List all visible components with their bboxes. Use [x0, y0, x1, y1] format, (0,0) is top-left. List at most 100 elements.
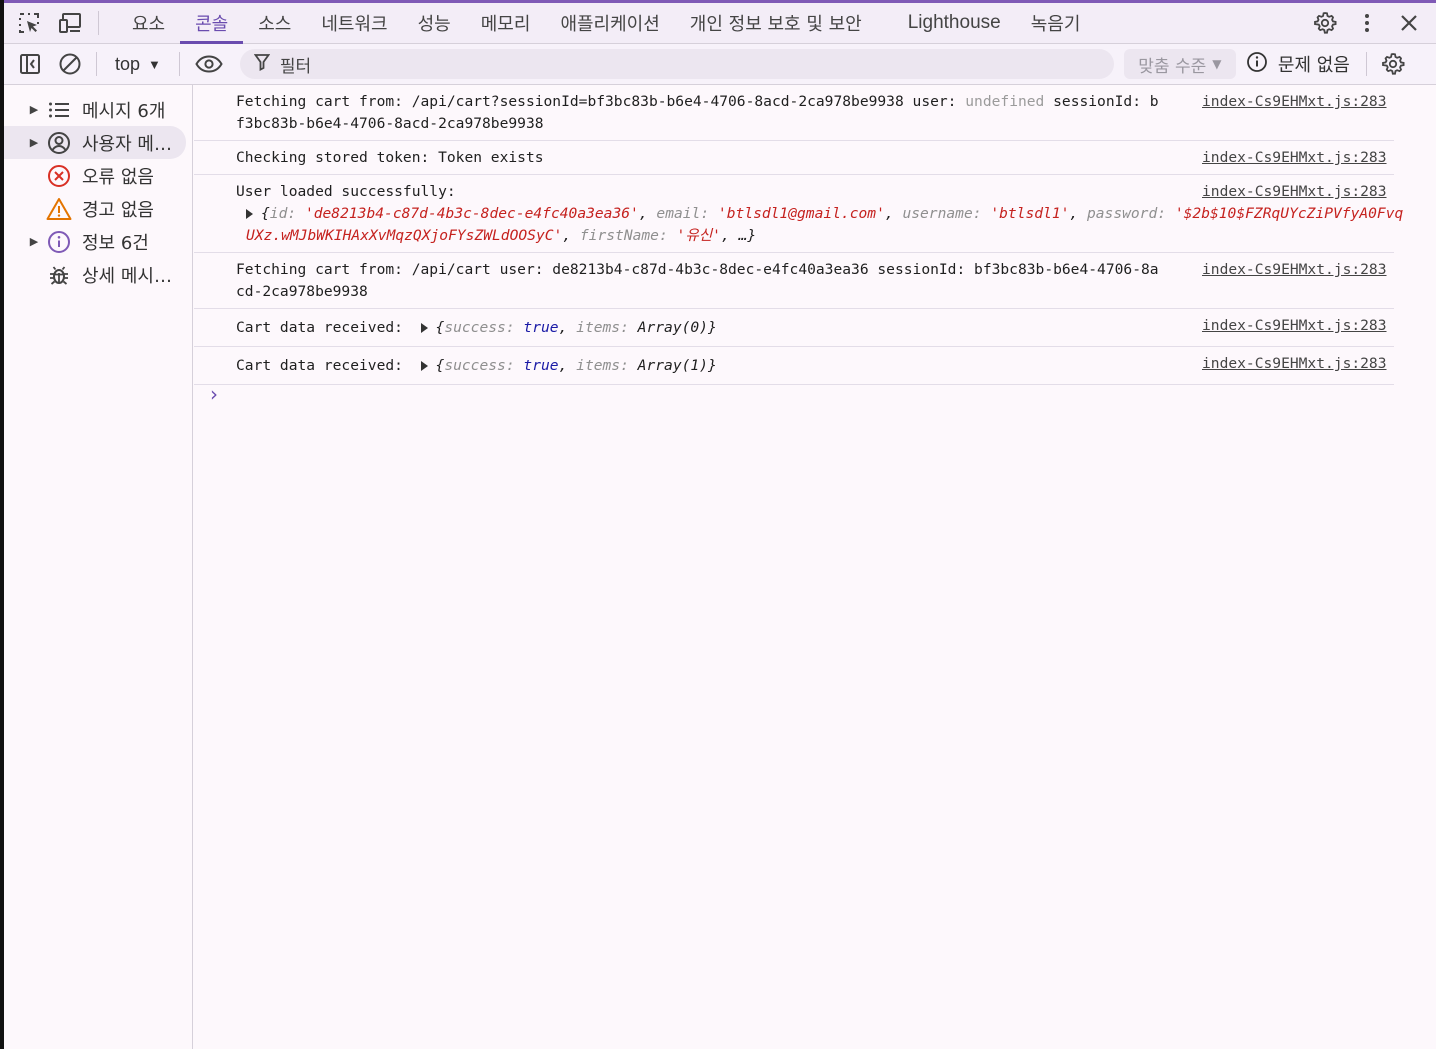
object-key: items: [576, 357, 621, 374]
sidebar-item-label: 오류 없음: [82, 166, 154, 188]
console-prompt[interactable]: ›: [210, 382, 218, 406]
context-selector[interactable]: top ▼: [103, 54, 173, 75]
object-preview[interactable]: {success: true, items: Array(1)}: [420, 357, 717, 374]
tab-privacy-security[interactable]: 개인 정보 보호 및 보안: [675, 3, 877, 43]
sidebar-item-user-messages[interactable]: ▶ 사용자 메시지 6개: [4, 126, 186, 159]
dropdown-arrow-icon: ▼: [1212, 57, 1222, 71]
context-label: top: [115, 53, 141, 74]
sidebar-item-info[interactable]: ▶ 정보 6건: [4, 225, 186, 258]
source-link[interactable]: index-Cs9EHMxt.js:283: [1202, 147, 1387, 169]
sidebar-toggle-icon[interactable]: [10, 44, 50, 84]
object-key: username: [902, 205, 973, 222]
sidebar-item-label: 상세 메시지 없음: [82, 265, 178, 287]
object-preview[interactable]: {id: 'de8213b4-c87d-4b3c-8dec-e4fc40a3ea…: [236, 203, 1406, 247]
object-value: 'de8213b4-c87d-4b3c-8dec-e4fc40a3ea36': [304, 205, 639, 222]
console-message-text: Cart data received: {success: true, item…: [236, 317, 1161, 339]
source-link[interactable]: index-Cs9EHMxt.js:283: [1202, 181, 1387, 203]
console-settings-icon[interactable]: [1373, 44, 1413, 84]
expand-arrow-icon[interactable]: ▶: [24, 103, 44, 116]
tabbar-actions: [1304, 3, 1436, 43]
console-sidebar: ▶ 메시지 6개 ▶ 사용자 메시지 6개 ▶ 오류 없음 ▶ 경고 없음 ▶ …: [4, 85, 193, 1049]
object-more: …: [738, 227, 748, 244]
sidebar-item-errors[interactable]: ▶ 오류 없음: [4, 159, 186, 192]
tab-lighthouse[interactable]: Lighthouse: [893, 3, 1016, 43]
sidebar-item-warnings[interactable]: ▶ 경고 없음: [4, 192, 186, 225]
expand-arrow-icon[interactable]: ▶: [24, 235, 44, 248]
object-value: 'btlsdl1': [990, 205, 1070, 222]
sidebar-item-messages[interactable]: ▶ 메시지 6개: [4, 93, 186, 126]
console-message-text: Checking stored token: Token exists: [236, 149, 544, 166]
tabbar-divider: [98, 11, 99, 35]
object-key: firstName: [579, 227, 659, 244]
log-levels-label: 맞춤 수준: [1138, 56, 1207, 77]
list-icon: [46, 97, 72, 123]
object-value: true: [523, 357, 559, 374]
issues-counter[interactable]: 문제 없음: [1236, 51, 1360, 78]
console-message: Cart data received: {success: true, item…: [194, 309, 1394, 347]
object-key: password: [1086, 205, 1158, 222]
sidebar-item-label: 경고 없음: [82, 199, 154, 221]
object-key: success: [444, 319, 506, 336]
sidebar-item-label: 메시지 6개: [82, 100, 166, 122]
user-icon: [46, 130, 72, 156]
filter-input[interactable]: 필터: [239, 49, 1114, 79]
inspect-element-icon[interactable]: [8, 3, 50, 43]
sidebar-item-label: 정보 6건: [82, 232, 149, 254]
sidebar-item-verbose[interactable]: ▶ 상세 메시지 없음: [4, 258, 186, 291]
object-key: items: [576, 319, 621, 336]
filter-icon: [253, 53, 271, 76]
sidebar-item-label: 사용자 메시지 6개: [82, 133, 178, 155]
expand-arrow-icon[interactable]: ▶: [24, 136, 44, 149]
object-key: id: [269, 205, 288, 222]
object-value: true: [523, 319, 559, 336]
object-value: Array(0): [637, 319, 708, 336]
source-link[interactable]: index-Cs9EHMxt.js:283: [1202, 259, 1387, 281]
console-toolbar: top ▼ 필터 맞춤 수준 ▼ 문제 없음: [4, 44, 1436, 85]
console-message: Fetching cart from: /api/cart?sessionId=…: [194, 85, 1394, 141]
tab-sources[interactable]: 소스: [243, 3, 306, 43]
tab-elements[interactable]: 요소: [117, 3, 180, 43]
undefined-value: undefined: [965, 93, 1045, 110]
message-text: Cart data received:: [236, 357, 412, 374]
more-vert-icon[interactable]: [1346, 3, 1388, 43]
tab-recorder[interactable]: 녹음기: [1016, 3, 1096, 43]
warning-icon: [46, 196, 72, 222]
message-text: Cart data received:: [236, 319, 412, 336]
toolbar-divider: [96, 52, 97, 76]
source-link[interactable]: index-Cs9EHMxt.js:283: [1202, 353, 1387, 375]
object-value: '유신': [676, 227, 721, 244]
message-text: Fetching cart from: /api/cart?sessionId=…: [236, 93, 966, 110]
bug-icon: [46, 262, 72, 288]
tab-console[interactable]: 콘솔: [180, 3, 244, 44]
toolbar-divider: [1365, 52, 1367, 76]
expand-triangle-icon[interactable]: [246, 209, 253, 219]
tab-application[interactable]: 애플리케이션: [545, 3, 674, 43]
tab-memory[interactable]: 메모리: [466, 3, 546, 43]
expand-triangle-icon[interactable]: [420, 361, 428, 371]
tab-performance[interactable]: 성능: [403, 3, 466, 43]
devtools-tabbar: 요소 콘솔 소스 네트워크 성능 메모리 애플리케이션 개인 정보 보호 및 보…: [4, 3, 1436, 44]
object-preview[interactable]: {success: true, items: Array(0)}: [420, 319, 717, 336]
error-icon: [46, 163, 72, 189]
object-value: Array(1): [637, 357, 708, 374]
toolbar-divider: [178, 52, 180, 76]
issues-label: 문제 없음: [1277, 55, 1350, 76]
console-message: Cart data received: {success: true, item…: [194, 347, 1394, 385]
settings-gear-icon[interactable]: [1304, 3, 1346, 43]
expand-triangle-icon[interactable]: [420, 323, 428, 333]
log-levels-dropdown[interactable]: 맞춤 수준 ▼: [1123, 49, 1236, 79]
source-link[interactable]: index-Cs9EHMxt.js:283: [1202, 91, 1387, 113]
close-icon[interactable]: [1388, 3, 1430, 43]
console-message-text: Fetching cart from: /api/cart user: de82…: [236, 261, 1159, 300]
source-link[interactable]: index-Cs9EHMxt.js:283: [1202, 315, 1387, 337]
console-message-text: Fetching cart from: /api/cart?sessionId=…: [236, 91, 1161, 135]
console-message: User loaded successfully: {id: 'de8213b4…: [194, 175, 1403, 253]
live-expression-eye-icon[interactable]: [186, 44, 232, 84]
console-message: Checking stored token: Token exists inde…: [194, 141, 1394, 175]
object-key: email: [656, 205, 701, 222]
tab-network[interactable]: 네트워크: [306, 3, 402, 43]
dropdown-arrow-icon: ▼: [148, 56, 161, 72]
console-message-text: Cart data received: {success: true, item…: [236, 355, 1161, 377]
device-toggle-icon[interactable]: [50, 3, 92, 43]
clear-console-icon[interactable]: [50, 44, 90, 84]
